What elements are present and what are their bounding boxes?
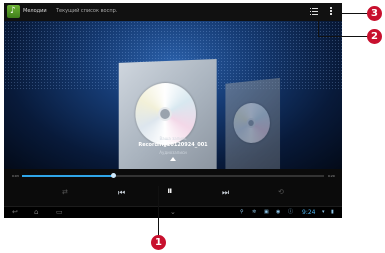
pause-icon[interactable]: ⏸ xyxy=(167,185,173,196)
next-track-icon[interactable]: ⏭ xyxy=(222,188,229,198)
previous-track-icon[interactable]: ⏮ xyxy=(118,188,125,198)
seek-thumb[interactable] xyxy=(110,173,116,178)
callout-line-3 xyxy=(332,13,368,14)
list-menu-icon[interactable] xyxy=(310,8,318,16)
image-icon: ▣ xyxy=(264,209,269,215)
back-icon[interactable]: ↩ xyxy=(12,208,18,217)
callout-badge-2: 2 xyxy=(367,29,382,44)
action-bar: ♪ Мелодии Текущий список воспр. xyxy=(4,3,342,22)
repeat-icon[interactable]: ⟲ xyxy=(278,187,284,197)
tablet-screen: ♪ Мелодии Текущий список воспр. Ваша зап… xyxy=(4,3,342,218)
album-art-next[interactable] xyxy=(225,77,281,169)
seek-progress xyxy=(22,175,113,177)
info-icon: ⓘ xyxy=(288,209,294,215)
playlist-subtitle: Текущий список воспр. xyxy=(56,8,118,14)
hide-keyboard-icon[interactable]: ⌄ xyxy=(170,208,176,217)
callout-line-2 xyxy=(318,12,319,36)
usb-icon: ⚲ xyxy=(240,209,244,215)
music-note-icon: ♪ xyxy=(10,6,16,16)
app-title[interactable]: Мелодии xyxy=(23,7,47,16)
elapsed-time: 0:03 xyxy=(12,174,19,178)
callout-line-1 xyxy=(158,186,159,236)
callout-badge-3: 3 xyxy=(367,6,382,21)
status-clock[interactable]: 9:24 xyxy=(302,208,315,217)
expand-up-icon[interactable] xyxy=(170,157,176,161)
overflow-menu-icon[interactable] xyxy=(330,7,333,17)
seek-bar[interactable] xyxy=(22,173,324,178)
battery-icon: ▮ xyxy=(331,209,334,215)
notification-icon: ◉ xyxy=(276,209,281,215)
playback-controls: 0:03 0:20 ⇄ ⏮ ⏸ ⏭ ⟲ xyxy=(4,169,342,206)
wifi-icon: ▾ xyxy=(322,209,325,215)
callout-badge-1: 1 xyxy=(151,235,166,250)
music-app-icon[interactable]: ♪ xyxy=(7,5,20,18)
callout-line-2 xyxy=(318,36,368,37)
recent-apps-icon[interactable]: ▭ xyxy=(56,208,63,217)
artist-name: Аудиозаписи xyxy=(159,150,187,155)
shuffle-icon[interactable]: ⇄ xyxy=(62,187,68,197)
track-title: Recording20120924_001 xyxy=(138,142,208,148)
system-navbar: ↩ ⌂ ▭ ⌄ ⚲ ✲ ▣ ◉ ⓘ 9:24 ▾ ▮ xyxy=(4,206,342,218)
total-time: 0:20 xyxy=(328,174,335,178)
home-icon[interactable]: ⌂ xyxy=(34,208,38,217)
debug-icon: ✲ xyxy=(252,209,257,215)
now-playing-label: Ваша запись xyxy=(159,136,187,141)
